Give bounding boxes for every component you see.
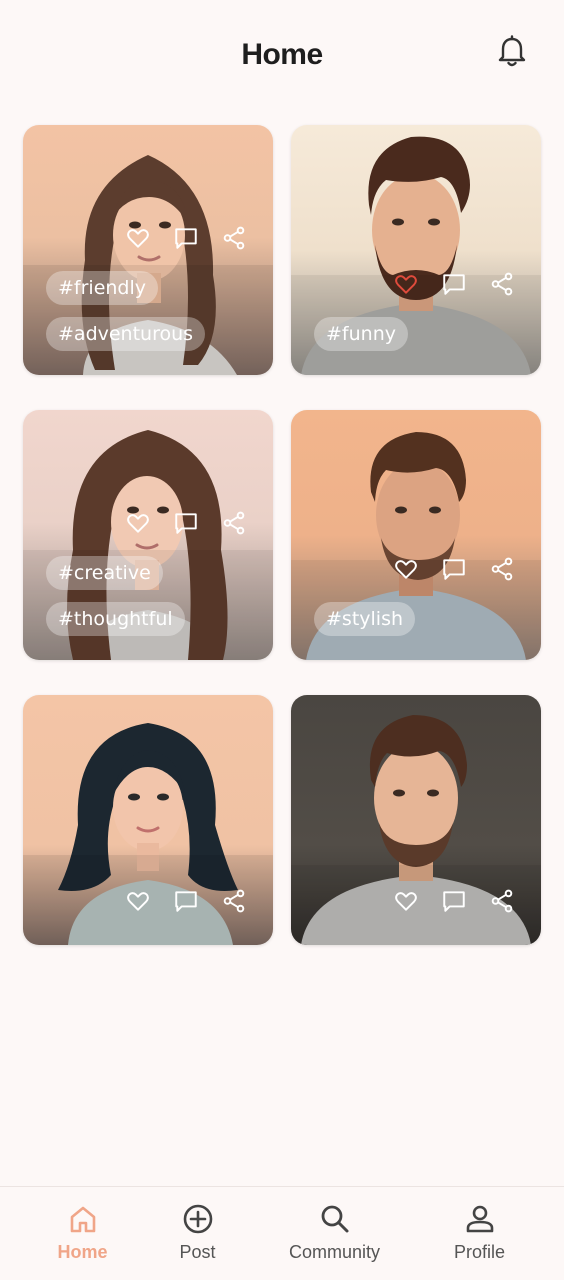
- page-title: Home: [241, 38, 323, 71]
- share-icon[interactable]: [217, 221, 251, 255]
- profile-card-5[interactable]: [23, 695, 273, 945]
- card-actions: [121, 884, 251, 918]
- profile-card-6[interactable]: [291, 695, 541, 945]
- card-actions: [389, 267, 519, 301]
- heart-icon[interactable]: [389, 552, 423, 586]
- comment-icon[interactable]: [437, 552, 471, 586]
- share-icon[interactable]: [217, 884, 251, 918]
- nav-label: Post: [179, 1242, 216, 1262]
- heart-icon[interactable]: [121, 884, 155, 918]
- bottom-navigation: Home Post Community Profile: [0, 1186, 564, 1280]
- person-icon: [462, 1201, 498, 1237]
- heart-icon-active[interactable]: [389, 267, 423, 301]
- bell-icon[interactable]: [494, 34, 530, 70]
- tag-chip[interactable]: #thoughtful: [46, 602, 185, 636]
- nav-label: Profile: [453, 1242, 506, 1262]
- nav-label: Community: [288, 1242, 381, 1262]
- nav-item-post[interactable]: Post: [127, 1187, 268, 1280]
- card-actions: [121, 221, 251, 255]
- heart-icon[interactable]: [121, 506, 155, 540]
- share-icon[interactable]: [485, 267, 519, 301]
- tag-chip[interactable]: #adventurous: [46, 317, 206, 351]
- tag-chip[interactable]: #stylish: [314, 602, 416, 636]
- heart-icon[interactable]: [121, 221, 155, 255]
- profile-card-2[interactable]: #funny: [291, 125, 541, 375]
- heart-icon[interactable]: [389, 884, 423, 918]
- search-icon: [317, 1201, 353, 1237]
- tag-chip[interactable]: #funny: [314, 317, 408, 351]
- comment-icon[interactable]: [437, 267, 471, 301]
- comment-icon[interactable]: [169, 221, 203, 255]
- nav-item-community[interactable]: Community: [264, 1187, 405, 1280]
- tag-chip[interactable]: #friendly: [46, 271, 159, 305]
- top-app-bar: Home: [0, 0, 564, 100]
- card-actions: [389, 552, 519, 586]
- comment-icon[interactable]: [169, 506, 203, 540]
- share-icon[interactable]: [485, 884, 519, 918]
- comment-icon[interactable]: [169, 884, 203, 918]
- tag-chip[interactable]: #creative: [46, 556, 163, 590]
- share-icon[interactable]: [217, 506, 251, 540]
- profile-card-3[interactable]: #creative #thoughtful: [23, 410, 273, 660]
- share-icon[interactable]: [485, 552, 519, 586]
- home-icon: [65, 1201, 101, 1237]
- nav-item-profile[interactable]: Profile: [409, 1187, 550, 1280]
- profile-card-4[interactable]: #stylish: [291, 410, 541, 660]
- card-actions: [121, 506, 251, 540]
- comment-icon[interactable]: [437, 884, 471, 918]
- plus-circle-icon: [180, 1201, 216, 1237]
- card-actions: [389, 884, 519, 918]
- profile-card-1[interactable]: #friendly #adventurous: [23, 125, 273, 375]
